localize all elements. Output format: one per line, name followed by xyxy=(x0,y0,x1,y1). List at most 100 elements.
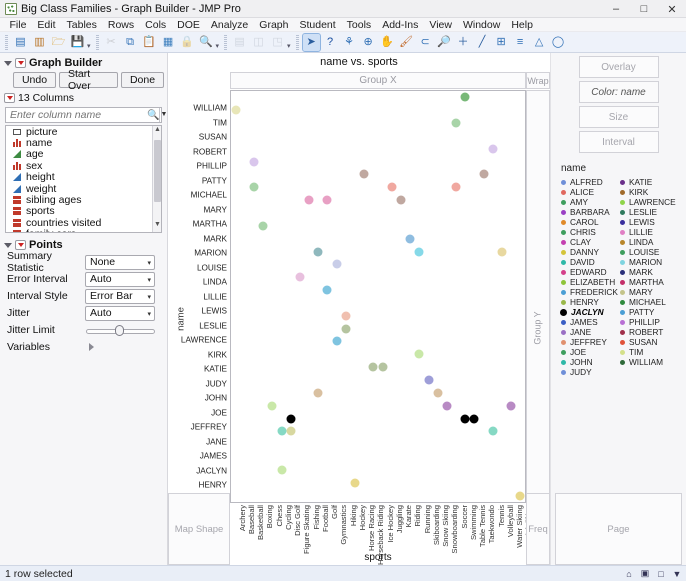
data-point[interactable] xyxy=(314,247,323,256)
start-over-button[interactable]: Start Over xyxy=(59,72,118,88)
menu-item-doe[interactable]: DOE xyxy=(172,18,206,32)
property-select-error-interval[interactable]: Auto▾ xyxy=(85,272,155,287)
data-point[interactable] xyxy=(295,273,304,282)
column-list-item[interactable]: age xyxy=(6,149,161,160)
data-point[interactable] xyxy=(332,337,341,346)
polygon-tool-icon[interactable]: △ xyxy=(531,34,548,51)
legend-item[interactable]: SUSAN xyxy=(620,337,676,347)
data-point[interactable] xyxy=(452,119,461,128)
help-tool-icon[interactable]: ? xyxy=(322,34,339,51)
legend-item[interactable]: CAROL xyxy=(561,217,618,227)
chevron-down-icon[interactable]: ▾ xyxy=(147,259,151,267)
scroll-up-icon[interactable]: ▲ xyxy=(153,126,162,137)
legend-item[interactable]: FREDERICK xyxy=(561,287,618,297)
home-icon[interactable]: ⌂ xyxy=(623,568,635,580)
legend-item[interactable]: HENRY xyxy=(561,297,618,307)
legend-item[interactable]: ALICE xyxy=(561,187,618,197)
slider-knob[interactable] xyxy=(115,325,124,336)
menu-item-student[interactable]: Student xyxy=(294,18,341,32)
data-point[interactable] xyxy=(277,465,286,474)
column-list[interactable]: picturenameagesexheightweightsibling age… xyxy=(5,125,162,233)
blank-panel-icon[interactable]: □ xyxy=(655,568,667,580)
toolbar-grip[interactable] xyxy=(96,35,99,50)
menu-item-view[interactable]: View xyxy=(424,18,458,32)
scroll-down-icon[interactable]: ▼ xyxy=(153,221,162,232)
search-icon[interactable]: 🔍 xyxy=(198,34,215,51)
scroll-thumb[interactable] xyxy=(154,140,161,202)
legend-item[interactable]: BARBARA xyxy=(561,207,618,217)
red-triangle-menu-icon[interactable] xyxy=(15,58,26,68)
legend-item[interactable]: MARION xyxy=(620,257,676,267)
toolbar-overflow-icon[interactable]: ▾ xyxy=(287,42,291,50)
legend-item[interactable]: CHRIS xyxy=(561,227,618,237)
y-axis-tick-label[interactable]: PATTY xyxy=(202,176,227,185)
y-axis-tick-label[interactable]: LILLIE xyxy=(203,292,227,301)
y-axis-tick-label[interactable]: SUSAN xyxy=(199,133,227,142)
points-red-triangle-icon[interactable] xyxy=(15,240,26,250)
legend-item[interactable]: MARTHA xyxy=(620,277,676,287)
y-axis-tick-label[interactable]: LEWIS xyxy=(202,307,227,316)
lasso-tool-icon[interactable]: ⊂ xyxy=(417,34,434,51)
interval-dropzone[interactable]: Interval xyxy=(579,131,659,153)
y-axis-tick-label[interactable]: KIRK xyxy=(208,350,227,359)
legend-item[interactable]: PATTY xyxy=(620,307,676,317)
legend-item[interactable]: LAWRENCE xyxy=(620,197,676,207)
data-point[interactable] xyxy=(341,311,350,320)
y-axis-tick-label[interactable]: LINDA xyxy=(203,278,227,287)
menu-item-add-ins[interactable]: Add-Ins xyxy=(377,18,424,32)
menu-item-help[interactable]: Help xyxy=(506,18,539,32)
simple-shape-icon[interactable]: ≡ xyxy=(512,34,529,51)
y-axis-tick-label[interactable]: JANE xyxy=(206,437,227,446)
save-icon[interactable]: 💾 xyxy=(69,34,86,51)
legend-item[interactable]: LESLIE xyxy=(620,207,676,217)
data-point[interactable] xyxy=(470,414,479,423)
data-point[interactable] xyxy=(387,183,396,192)
column-search-row[interactable]: 🔍 ▼ xyxy=(5,107,162,123)
legend-item[interactable]: CLAY xyxy=(561,237,618,247)
toolbar-grip[interactable] xyxy=(296,35,299,50)
new-data-table-icon[interactable]: ▤ xyxy=(12,34,29,51)
line-tool-icon[interactable]: ╱ xyxy=(474,34,491,51)
text-annotate-icon[interactable]: ⊞ xyxy=(493,34,510,51)
columns-header[interactable]: 13 Columns xyxy=(4,92,164,104)
data-point[interactable] xyxy=(433,388,442,397)
data-point[interactable] xyxy=(488,144,497,153)
legend-item[interactable]: WILLIAM xyxy=(620,357,676,367)
property-select-summary-statistic[interactable]: None▾ xyxy=(85,255,155,270)
y-axis-tick-label[interactable]: JOE xyxy=(211,408,227,417)
data-point[interactable] xyxy=(277,427,286,436)
copy-icon[interactable]: ⧉ xyxy=(122,34,139,51)
crosshair-tool-icon[interactable]: ⊕ xyxy=(360,34,377,51)
toolbar-grip[interactable] xyxy=(224,35,227,50)
y-axis-tick-label[interactable]: JAMES xyxy=(200,452,227,461)
property-select-jitter[interactable]: Auto▾ xyxy=(85,306,155,321)
y-axis-tick-label[interactable]: ROBERT xyxy=(193,147,227,156)
data-point[interactable] xyxy=(360,170,369,179)
menu-item-rows[interactable]: Rows xyxy=(102,18,139,32)
toolbar-overflow-icon[interactable]: ▾ xyxy=(216,42,220,50)
grabber-tool-icon[interactable]: ✋ xyxy=(379,34,396,51)
column-list-scrollbar[interactable]: ▲ ▼ xyxy=(152,126,161,232)
data-point[interactable] xyxy=(378,363,387,372)
data-point[interactable] xyxy=(231,106,240,115)
data-point[interactable] xyxy=(249,157,258,166)
data-point[interactable] xyxy=(323,196,332,205)
data-point[interactable] xyxy=(442,401,451,410)
menu-item-tools[interactable]: Tools xyxy=(341,18,377,32)
dropdown-icon[interactable]: ▼ xyxy=(671,568,683,580)
variables-disclosure-icon[interactable] xyxy=(89,343,94,351)
legend-item[interactable]: LEWIS xyxy=(620,217,676,227)
legend-item[interactable]: LINDA xyxy=(620,237,676,247)
data-point[interactable] xyxy=(249,183,258,192)
data-point[interactable] xyxy=(314,388,323,397)
y-axis-tick-label[interactable]: LAWRENCE xyxy=(181,336,227,345)
legend-item[interactable]: JANE xyxy=(561,327,618,337)
y-axis-tick-label[interactable]: JUDY xyxy=(206,379,227,388)
data-point[interactable] xyxy=(424,375,433,384)
maximize-button[interactable]: □ xyxy=(630,0,658,18)
y-axis-tick-label[interactable]: LESLIE xyxy=(199,321,227,330)
data-point[interactable] xyxy=(479,170,488,179)
column-list-item[interactable]: weight xyxy=(6,183,161,194)
data-point[interactable] xyxy=(396,196,405,205)
jitter-limit-slider[interactable] xyxy=(86,324,155,337)
